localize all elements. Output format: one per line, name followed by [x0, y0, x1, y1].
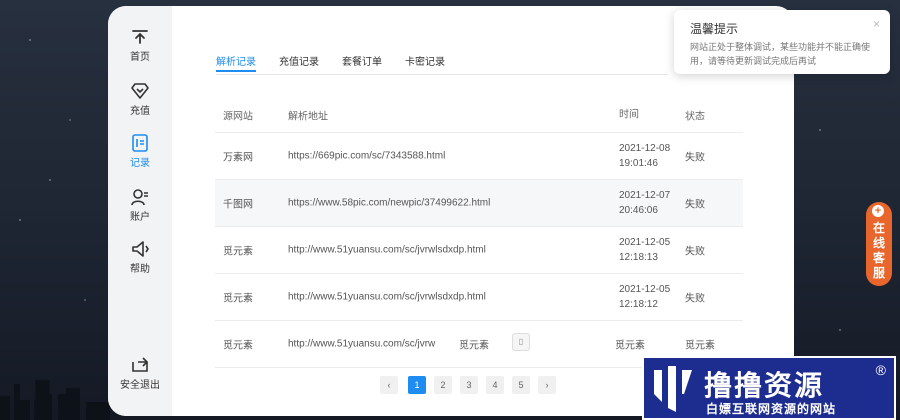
watermark-title: 撸撸资源	[704, 370, 825, 401]
logout-label: 安全退出	[120, 380, 160, 391]
cell-date: 2021-12-05	[619, 237, 671, 248]
cell-status: 失败	[685, 199, 705, 211]
plus-icon: +	[872, 205, 884, 217]
watermark-subtitle: 白嫖互联网资源的网站	[706, 402, 837, 416]
online-service-label: 在线客服	[872, 221, 885, 280]
logout-button[interactable]: 安全退出	[108, 356, 172, 391]
table-row: 万素网 https://669pic.com/sc/7343588.html 2…	[215, 133, 743, 180]
record-icon	[132, 134, 148, 152]
cell-site: 觅元素	[223, 340, 253, 352]
sidebar-item-recharge[interactable]: 充值	[108, 82, 172, 117]
close-icon[interactable]: ×	[873, 17, 880, 31]
watermark-logo-icon	[654, 366, 692, 412]
notice-popup: 温馨提示 网站正处于整体调试，某些功能并不能正确使用，请等待更新调试完成后再试 …	[674, 10, 890, 74]
cell-clock: 20:46:06	[619, 205, 658, 216]
cell-time: 觅元素	[615, 340, 645, 352]
table-row: 觅元素 http://www.51yuansu.com/sc/jvrwlsdxd…	[215, 227, 743, 274]
table-header: 源网站 解析地址 时间 状态	[215, 98, 743, 133]
next-page-button[interactable]: ›	[538, 376, 556, 394]
header-url: 解析地址	[288, 111, 328, 123]
cell-url[interactable]: https://669pic.com/sc/7343588.html	[288, 151, 445, 162]
sidebar: 首页 充值 记录 账户 帮助 安全退出	[108, 6, 172, 416]
tab-package-orders[interactable]: 套餐订单	[342, 53, 382, 68]
page-button-2[interactable]: 2	[434, 376, 452, 394]
notice-title: 温馨提示	[690, 22, 739, 36]
home-icon	[132, 30, 148, 44]
cell-status: 觅元素	[685, 340, 715, 352]
sidebar-item-label: 首页	[130, 52, 150, 63]
cell-url[interactable]: http://www.51yuansu.com/sc/jvrwlsdxdp.ht…	[288, 245, 486, 256]
copy-button[interactable]: ▯	[512, 333, 530, 351]
table-row: 觅元素 http://www.51yuansu.com/sc/jvrwlsdxd…	[215, 274, 743, 321]
cell-date: 2021-12-05	[619, 284, 671, 295]
sidebar-item-account[interactable]: 账户	[108, 188, 172, 223]
help-icon	[132, 241, 149, 257]
header-time: 时间	[619, 109, 639, 121]
header-source: 源网站	[223, 111, 253, 123]
notice-message: 网站正处于整体调试，某些功能并不能正确使用，请等待更新调试完成后再试	[690, 42, 871, 66]
sidebar-item-home[interactable]: 首页	[108, 28, 172, 63]
cell-status: 失败	[685, 152, 705, 164]
online-service-button[interactable]: + 在线客服	[866, 202, 892, 286]
page-button-5[interactable]: 5	[512, 376, 530, 394]
cell-time: 2021-12-07 20:46:06	[619, 188, 670, 218]
cell-url[interactable]: https://www.58pic.com/newpic/37499622.ht…	[288, 198, 490, 209]
cell-site: 万素网	[223, 152, 253, 164]
tab-parse-records[interactable]: 解析记录	[216, 53, 256, 72]
site-watermark: 撸撸资源 ® 白嫖互联网资源的网站	[642, 356, 896, 420]
cell-url[interactable]: http://www.51yuansu.com/sc/jvrwlsdxdp.ht…	[288, 292, 486, 303]
account-icon	[131, 189, 148, 206]
page-button-3[interactable]: 3	[460, 376, 478, 394]
tab-card-records[interactable]: 卡密记录	[405, 53, 445, 68]
cell-date: 2021-12-07	[619, 190, 671, 201]
cell-clock: 19:01:46	[619, 158, 658, 169]
cell-site: 觅元素	[223, 293, 253, 305]
cell-status: 失败	[685, 246, 705, 258]
record-tabs: 解析记录 充值记录 套餐订单 卡密记录	[216, 50, 668, 75]
cell-clock: 12:18:12	[619, 299, 658, 310]
table-row: 千图网 https://www.58pic.com/newpic/3749962…	[215, 180, 743, 227]
sidebar-item-help[interactable]: 帮助	[108, 240, 172, 275]
prev-page-button[interactable]: ‹	[380, 376, 398, 394]
cell-date: 2021-12-08	[619, 143, 671, 154]
cell-url[interactable]: http://www.51yuansu.com/sc/jvrw	[288, 339, 435, 350]
logout-icon	[132, 357, 149, 372]
sidebar-item-record[interactable]: 记录	[108, 134, 172, 169]
cell-site: 千图网	[223, 199, 253, 211]
cell-time: 2021-12-05 12:18:13	[619, 235, 670, 265]
sidebar-item-label: 帮助	[130, 264, 150, 275]
sidebar-item-label: 记录	[130, 158, 150, 169]
page-button-4[interactable]: 4	[486, 376, 504, 394]
registered-icon: ®	[875, 362, 886, 378]
records-table: 源网站 解析地址 时间 状态 万素网 https://669pic.com/sc…	[215, 98, 743, 368]
cell-site: 觅元素	[223, 246, 253, 258]
cell-time: 2021-12-05 12:18:12	[619, 282, 670, 312]
cell-clock: 12:18:13	[619, 252, 658, 263]
cell-time: 2021-12-08 19:01:46	[619, 141, 670, 171]
header-status: 状态	[685, 111, 705, 123]
sidebar-item-label: 充值	[130, 106, 150, 117]
sidebar-item-label: 账户	[130, 212, 150, 223]
cell-tooltip-text: 觅元素	[459, 340, 489, 352]
recharge-icon	[131, 83, 149, 99]
tab-recharge-records[interactable]: 充值记录	[279, 53, 319, 68]
page-button-1[interactable]: 1	[408, 376, 426, 394]
cell-status: 失败	[685, 293, 705, 305]
